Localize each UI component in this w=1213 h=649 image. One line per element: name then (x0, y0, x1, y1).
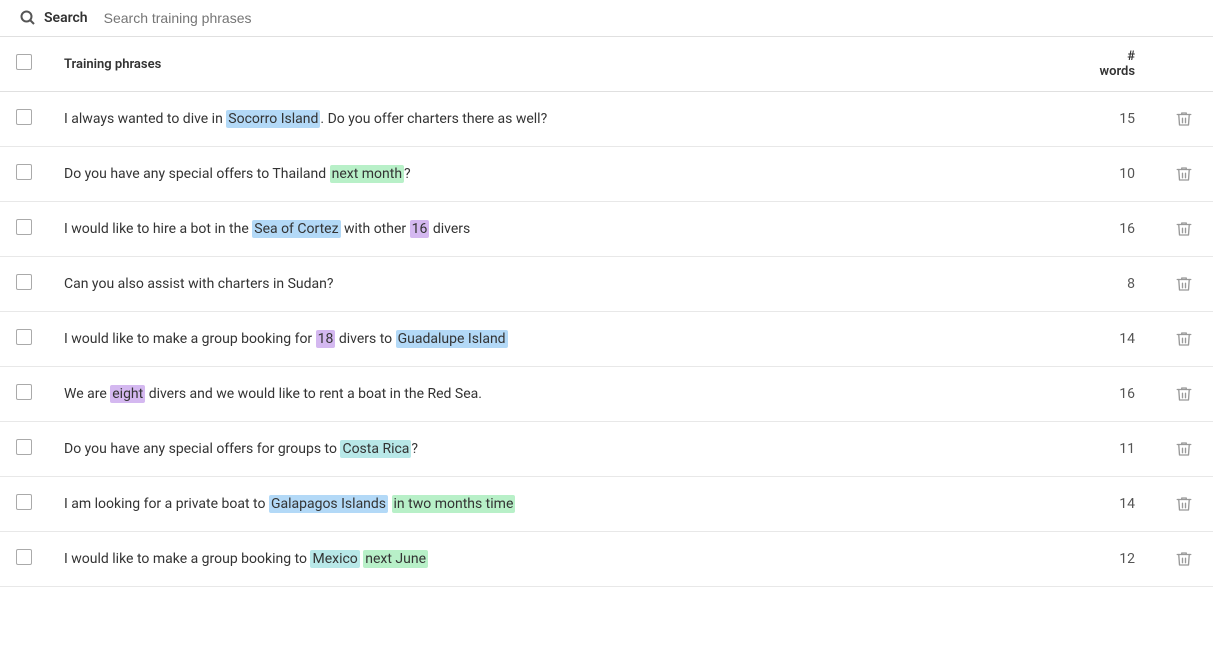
row-checkbox-cell (0, 312, 48, 367)
row-checkbox[interactable] (16, 329, 32, 345)
row-checkbox-cell (0, 477, 48, 532)
word-count-cell: 11 (1075, 422, 1155, 477)
phrase-cell: Do you have any special offers for group… (48, 422, 1075, 477)
delete-button[interactable] (1171, 546, 1197, 572)
delete-cell (1155, 257, 1213, 312)
delete-cell (1155, 367, 1213, 422)
row-checkbox-cell (0, 92, 48, 147)
highlighted-entity: Sea of Cortez (252, 220, 340, 238)
search-input[interactable] (104, 10, 1193, 26)
table-row: I would like to make a group booking for… (0, 312, 1213, 367)
row-checkbox[interactable] (16, 109, 32, 125)
row-checkbox-cell (0, 367, 48, 422)
phrase-cell: I would like to hire a bot in the Sea of… (48, 202, 1075, 257)
delete-cell (1155, 422, 1213, 477)
delete-button[interactable] (1171, 436, 1197, 462)
highlighted-entity: eight (110, 385, 145, 403)
word-count-cell: 16 (1075, 367, 1155, 422)
delete-button[interactable] (1171, 106, 1197, 132)
word-count-cell: 12 (1075, 532, 1155, 587)
search-label: Search (44, 10, 88, 26)
delete-cell (1155, 147, 1213, 202)
highlighted-entity: in two months time (392, 495, 516, 513)
delete-button[interactable] (1171, 271, 1197, 297)
table-row: Can you also assist with charters in Sud… (0, 257, 1213, 312)
table-row: I would like to make a group booking to … (0, 532, 1213, 587)
word-count-cell: 8 (1075, 257, 1155, 312)
header-action-col (1155, 37, 1213, 92)
highlighted-entity: Costa Rica (340, 440, 411, 458)
highlighted-entity: Socorro Island (226, 110, 320, 128)
table-row: Do you have any special offers to Thaila… (0, 147, 1213, 202)
row-checkbox[interactable] (16, 219, 32, 235)
word-count-cell: 14 (1075, 477, 1155, 532)
row-checkbox-cell (0, 532, 48, 587)
row-checkbox-cell (0, 202, 48, 257)
phrase-cell: I would like to make a group booking for… (48, 312, 1075, 367)
delete-cell (1155, 202, 1213, 257)
delete-cell (1155, 477, 1213, 532)
header-phrase-col: Training phrases (48, 37, 1075, 92)
header-words-col: # words (1075, 37, 1155, 92)
table-row: Do you have any special offers for group… (0, 422, 1213, 477)
highlighted-entity: next month (330, 165, 404, 183)
delete-button[interactable] (1171, 326, 1197, 352)
phrase-cell: I am looking for a private boat to Galap… (48, 477, 1075, 532)
table-row: We are eight divers and we would like to… (0, 367, 1213, 422)
search-icon (20, 10, 36, 26)
delete-cell (1155, 92, 1213, 147)
highlighted-entity: Mexico (310, 550, 359, 568)
highlighted-entity: 18 (316, 330, 336, 348)
select-all-checkbox[interactable] (16, 54, 32, 70)
table-row: I am looking for a private boat to Galap… (0, 477, 1213, 532)
word-count-cell: 15 (1075, 92, 1155, 147)
highlighted-entity: 16 (410, 220, 430, 238)
delete-button[interactable] (1171, 161, 1197, 187)
highlighted-entity: next June (363, 550, 428, 568)
table-header-row: Training phrases # words (0, 37, 1213, 92)
delete-cell (1155, 312, 1213, 367)
row-checkbox[interactable] (16, 549, 32, 565)
phrase-cell: Can you also assist with charters in Sud… (48, 257, 1075, 312)
row-checkbox-cell (0, 422, 48, 477)
header-checkbox-col (0, 37, 48, 92)
search-bar: Search (0, 0, 1213, 37)
word-count-cell: 14 (1075, 312, 1155, 367)
row-checkbox[interactable] (16, 494, 32, 510)
row-checkbox[interactable] (16, 274, 32, 290)
delete-button[interactable] (1171, 491, 1197, 517)
row-checkbox[interactable] (16, 439, 32, 455)
delete-cell (1155, 532, 1213, 587)
delete-button[interactable] (1171, 216, 1197, 242)
phrase-cell: Do you have any special offers to Thaila… (48, 147, 1075, 202)
highlighted-entity: Guadalupe Island (396, 330, 508, 348)
row-checkbox-cell (0, 147, 48, 202)
training-phrases-table: Training phrases # words I always wanted… (0, 37, 1213, 587)
row-checkbox[interactable] (16, 164, 32, 180)
table-row: I would like to hire a bot in the Sea of… (0, 202, 1213, 257)
row-checkbox[interactable] (16, 384, 32, 400)
highlighted-entity: Galapagos Islands (269, 495, 388, 513)
word-count-cell: 16 (1075, 202, 1155, 257)
row-checkbox-cell (0, 257, 48, 312)
delete-button[interactable] (1171, 381, 1197, 407)
table-row: I always wanted to dive in Socorro Islan… (0, 92, 1213, 147)
word-count-cell: 10 (1075, 147, 1155, 202)
phrase-cell: I would like to make a group booking to … (48, 532, 1075, 587)
phrase-cell: We are eight divers and we would like to… (48, 367, 1075, 422)
phrase-cell: I always wanted to dive in Socorro Islan… (48, 92, 1075, 147)
